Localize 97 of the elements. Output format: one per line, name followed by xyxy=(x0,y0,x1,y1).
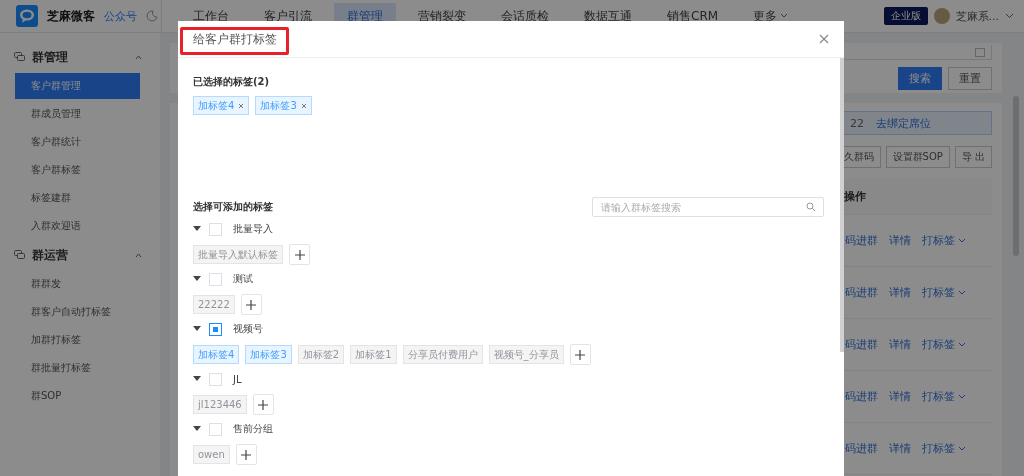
toolbar-button[interactable]: 导 出 xyxy=(954,146,992,168)
tag-chip[interactable]: 加标签3 xyxy=(245,345,292,364)
triangle-icon[interactable] xyxy=(193,326,201,332)
toolbar-button[interactable]: 设置群SOP xyxy=(885,146,950,168)
row-action-link[interactable]: 详情 xyxy=(889,441,911,456)
sidebar-section-title[interactable]: 群运营 xyxy=(32,246,128,264)
tag-group-name: 视频号 xyxy=(233,322,263,336)
sidebar-item[interactable]: 群客户自动打标签 xyxy=(15,299,140,325)
sidebar-item[interactable]: 入群欢迎语 xyxy=(15,213,140,239)
chat-bubbles-icon xyxy=(14,52,25,62)
triangle-icon[interactable] xyxy=(193,276,201,282)
moon-icon[interactable] xyxy=(146,10,158,22)
sidebar-item[interactable]: 客户群管理 xyxy=(15,73,140,99)
tag-chip[interactable]: 批量导入默认标签 xyxy=(193,245,283,264)
row-action-link[interactable]: 详情 xyxy=(889,389,911,404)
reset-button[interactable]: 重置 xyxy=(948,67,992,90)
row-action-link[interactable]: 打标签 xyxy=(922,233,966,248)
sidebar-section-title[interactable]: 群管理 xyxy=(32,48,128,66)
section-heading: 选择可添加的标签 xyxy=(193,200,273,214)
tag-group-name: JL xyxy=(233,373,242,385)
bind-seat-link[interactable]: 去绑定席位 xyxy=(876,115,931,131)
avatar[interactable] xyxy=(933,8,950,24)
row-action-link[interactable]: 打标签 xyxy=(922,337,966,352)
row-action-link[interactable]: 打标签 xyxy=(922,389,966,404)
sidebar-item[interactable]: 加群打标签 xyxy=(15,327,140,353)
row-action-link[interactable]: 码进群 xyxy=(845,285,878,300)
chevron-down-icon xyxy=(958,341,966,348)
add-tag-button[interactable] xyxy=(289,244,310,265)
tag-group-name: 售前分组 xyxy=(233,422,273,436)
row-action-link[interactable]: 码进群 xyxy=(845,233,878,248)
dialog-scrollbar[interactable] xyxy=(840,58,844,352)
tag-group-name: 批量导入 xyxy=(233,222,273,236)
search-button[interactable]: 搜索 xyxy=(898,67,942,90)
tag-chip[interactable]: jl123446 xyxy=(193,395,247,414)
plus-icon xyxy=(241,449,252,460)
app-name: 芝麻微客 xyxy=(47,7,95,25)
search-icon xyxy=(806,202,816,212)
sidebar-item[interactable]: 标签建群 xyxy=(15,185,140,211)
sidebar-item[interactable]: 群批量打标签 xyxy=(15,355,140,381)
chevron-down-icon xyxy=(780,13,789,19)
search-field[interactable]: 请输入群标签搜索 xyxy=(592,197,824,217)
row-action-link[interactable]: 码进群 xyxy=(845,389,878,404)
tag-chip[interactable]: owen xyxy=(193,445,230,464)
add-tag-button[interactable] xyxy=(235,444,257,465)
add-tag-button[interactable] xyxy=(569,344,591,365)
tag-chip[interactable]: 加标签1 xyxy=(350,345,397,364)
add-tag-button[interactable] xyxy=(252,394,274,415)
tag-chip[interactable]: 加标签2 xyxy=(297,345,345,364)
triangle-icon[interactable] xyxy=(193,376,201,382)
sidebar-item[interactable]: 客户群标签 xyxy=(15,157,140,183)
chat-bubbles-icon xyxy=(14,250,25,260)
row-action-link[interactable]: 详情 xyxy=(889,285,911,300)
tag-chip[interactable]: 视频号_分享员 xyxy=(488,345,564,364)
row-action-link[interactable]: 详情 xyxy=(889,233,911,248)
nav-tab[interactable]: 更多 xyxy=(740,2,802,30)
chat-bubble-logo-icon xyxy=(16,5,38,27)
add-tag-button[interactable] xyxy=(240,294,262,315)
row-action-link[interactable]: 码进群 xyxy=(845,337,878,352)
edition-badge: 企业版 xyxy=(883,7,928,25)
row-action-link[interactable]: 码进群 xyxy=(845,441,878,456)
sidebar-item[interactable]: 群群发 xyxy=(15,271,140,297)
caret-icon[interactable] xyxy=(135,54,142,60)
calendar-icon xyxy=(975,47,985,57)
selected-tag[interactable]: 加标签4 xyxy=(193,96,250,115)
chevron-down-icon[interactable] xyxy=(1005,13,1014,19)
row-action-link[interactable]: 详情 xyxy=(889,337,911,352)
plus-icon xyxy=(258,399,269,410)
row-action-link[interactable]: 打标签 xyxy=(922,285,966,300)
plus-icon xyxy=(294,249,305,260)
selected-tag[interactable]: 加标签3 xyxy=(255,96,312,115)
tag-chip[interactable]: 22222 xyxy=(193,295,235,314)
sidebar-item[interactable]: 群SOP xyxy=(15,383,140,409)
plus-icon xyxy=(246,299,257,310)
section-heading: 已选择的标签(2) xyxy=(193,75,271,89)
seat-count: 22 xyxy=(850,116,864,130)
sidebar-item[interactable]: 群成员管理 xyxy=(15,101,140,127)
account-link[interactable]: 公众号 xyxy=(104,8,137,24)
triangle-icon[interactable] xyxy=(193,426,201,432)
chevron-down-icon xyxy=(958,393,966,400)
caret-icon[interactable] xyxy=(135,252,142,258)
dialog-title: 给客户群打标签 xyxy=(193,30,277,48)
chevron-down-icon xyxy=(958,237,966,244)
sidebar-item[interactable]: 客户群统计 xyxy=(15,129,140,155)
column-header: 操作 xyxy=(844,188,866,204)
triangle-icon[interactable] xyxy=(193,226,201,232)
user-name[interactable]: 芝麻系... xyxy=(955,8,999,24)
chevron-down-icon xyxy=(958,289,966,296)
tag-group-name: 测试 xyxy=(233,272,253,286)
close-icon[interactable] xyxy=(819,34,829,44)
plus-icon xyxy=(575,349,585,360)
close-icon[interactable] xyxy=(300,102,307,109)
tag-chip[interactable]: 分享员付费用户 xyxy=(402,345,483,364)
checkbox[interactable] xyxy=(209,322,222,336)
tag-chip[interactable]: 加标签4 xyxy=(193,345,240,364)
chevron-down-icon xyxy=(958,445,966,452)
close-icon[interactable] xyxy=(238,102,245,109)
row-action-link[interactable]: 打标签 xyxy=(922,441,966,456)
